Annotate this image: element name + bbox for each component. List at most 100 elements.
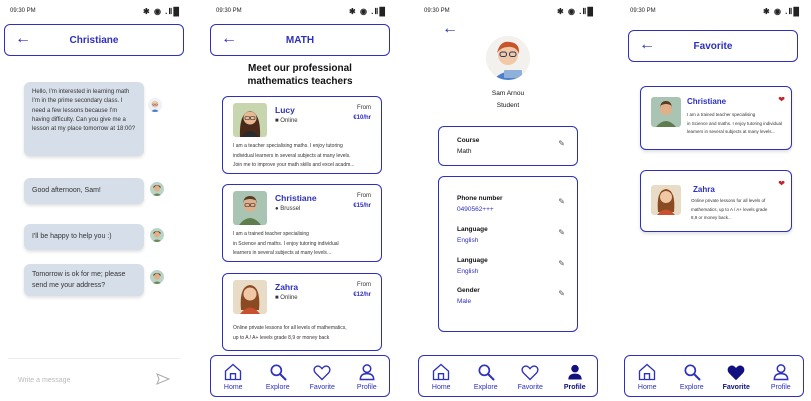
home-icon xyxy=(225,363,242,380)
nav-home-label: Home xyxy=(431,383,451,391)
teacher-photo xyxy=(233,103,267,137)
teacher-location: ● Brussel xyxy=(275,206,300,212)
message-composer: Write a message xyxy=(8,358,180,401)
teacher-card[interactable]: Christiane ● Brussel From €15/hr I am a … xyxy=(222,184,382,262)
description-line: up to A / A+ levels grade 8,9 or money b… xyxy=(233,334,330,341)
edit-icon[interactable]: ✎ xyxy=(558,139,565,148)
nav-explore[interactable]: Explore xyxy=(672,362,712,391)
teachers-screen: 09:30 PM ✱ ◉ .Ⅱ█ ← MATH Meet our profess… xyxy=(206,0,394,401)
back-arrow-icon[interactable]: ← xyxy=(15,31,31,47)
nav-home-label: Home xyxy=(223,383,243,391)
teacher-price: €10/hr xyxy=(353,115,371,121)
course-field: Course Math ✎ xyxy=(457,137,567,155)
nav-profile[interactable]: Profile xyxy=(555,362,595,391)
teacher-description: Online private lessons for all levels of… xyxy=(233,324,373,343)
language-value: English xyxy=(457,237,479,244)
nav-profile[interactable]: Profile xyxy=(761,362,801,391)
edit-icon[interactable]: ✎ xyxy=(558,289,565,298)
teacher-price: €15/hr xyxy=(353,203,371,209)
description-line: I am a trained teacher specialising xyxy=(687,112,756,117)
teacher-photo xyxy=(233,191,267,225)
teacher-avatar-icon xyxy=(150,182,164,196)
teacher-avatar-icon xyxy=(150,270,164,284)
nav-explore[interactable]: Explore xyxy=(466,362,506,391)
teacher-location: ■ Online xyxy=(275,118,298,124)
video-camera-icon: ■ xyxy=(275,118,279,124)
teacher-location: ■ Online xyxy=(275,295,298,301)
language-field: Language English ✎ xyxy=(457,226,567,244)
nav-explore[interactable]: Explore xyxy=(258,362,298,391)
favorite-card[interactable]: Christiane ❤ I am a trained teacher spec… xyxy=(640,86,792,150)
price-from-label: From xyxy=(357,193,371,199)
course-value: Math xyxy=(457,148,472,155)
profile-name: Sam Arnou xyxy=(491,90,525,97)
price-from-label: From xyxy=(357,105,371,111)
edit-icon[interactable]: ✎ xyxy=(558,259,565,268)
back-arrow-icon[interactable]: ← xyxy=(442,20,458,38)
price-from-label: From xyxy=(357,282,371,288)
nav-favorite[interactable]: Favorite xyxy=(510,362,550,391)
nav-explore-label: Explore xyxy=(265,383,290,391)
video-camera-icon: ■ xyxy=(275,295,279,301)
teacher-photo xyxy=(651,97,681,127)
nav-home[interactable]: Home xyxy=(213,362,253,391)
send-icon[interactable] xyxy=(156,373,171,388)
edit-icon[interactable]: ✎ xyxy=(558,197,565,206)
teacher-name: Christiane xyxy=(687,97,727,106)
description-line: Join me to improve your math skills and … xyxy=(233,162,355,168)
status-icons: ✱ ◉ .Ⅱ█ xyxy=(763,6,800,16)
teacher-card[interactable]: Lucy ■ Online From €10/hr I am a teacher… xyxy=(222,96,382,174)
user-icon xyxy=(773,363,789,380)
heart-filled-icon[interactable]: ❤ xyxy=(778,95,785,104)
heart-icon xyxy=(521,364,539,380)
gender-value: Male xyxy=(457,298,472,305)
phone-label: Phone number xyxy=(457,195,503,202)
nav-home[interactable]: Home xyxy=(627,362,667,391)
teacher-description: I am a teacher specialising maths. I enj… xyxy=(233,142,373,171)
profile-screen: 09:30 PM ✱ ◉ .Ⅱ█ ← Sam Arnou Student Cou… xyxy=(414,0,602,401)
status-bar: 09:30 PM ✱ ◉ .Ⅱ█ xyxy=(630,6,800,16)
location-text: Brussel xyxy=(280,206,301,212)
favorite-card[interactable]: Zahra ❤ Online private lessons for all l… xyxy=(640,170,792,232)
teacher-name: Zahra xyxy=(693,185,715,194)
status-bar: 09:30 PM ✱ ◉ .Ⅱ█ xyxy=(424,6,594,16)
description-line: Online private lessons for all levels of xyxy=(691,198,766,203)
chat-title: Christiane xyxy=(69,34,119,46)
search-icon xyxy=(270,364,287,380)
teacher-description: I am a trained teacher specialising in S… xyxy=(687,111,783,137)
teacher-description: Online private lessons for all levels of… xyxy=(691,197,783,223)
location-pin-icon: ● xyxy=(275,206,279,212)
heart-icon xyxy=(313,364,331,380)
description-line: learners in several subjects at many lev… xyxy=(233,250,332,256)
description-line: I am a trained teacher specialising xyxy=(233,231,309,237)
user-icon xyxy=(359,363,375,380)
home-icon xyxy=(433,363,450,380)
edit-icon[interactable]: ✎ xyxy=(558,228,565,237)
status-bar: 09:30 PM ✱ ◉ .Ⅱ█ xyxy=(10,6,180,16)
status-icons: ✱ ◉ .Ⅱ█ xyxy=(143,6,180,16)
description-line: Online private lessons for all levels of… xyxy=(233,325,347,331)
favorites-title: Favorite xyxy=(693,40,733,52)
nav-favorite[interactable]: Favorite xyxy=(716,362,756,391)
teacher-name: Zahra xyxy=(275,282,299,292)
chat-message: Tomorrow is ok for me; please send me yo… xyxy=(24,264,144,296)
status-icons: ✱ ◉ .Ⅱ█ xyxy=(557,6,594,16)
back-arrow-icon[interactable]: ← xyxy=(221,31,237,47)
teacher-description: I am a trained teacher specialising in S… xyxy=(233,230,373,259)
favorites-header: ← Favorite xyxy=(628,30,798,62)
status-time: 09:30 PM xyxy=(630,8,656,14)
nav-favorite[interactable]: Favorite xyxy=(302,362,342,391)
profile-avatar xyxy=(486,36,530,80)
teacher-card[interactable]: Zahra ■ Online From €12/hr Online privat… xyxy=(222,273,382,351)
nav-profile[interactable]: Profile xyxy=(347,362,387,391)
profile-role: Student xyxy=(496,102,520,109)
description-line: I am a teacher specialising maths. I enj… xyxy=(233,143,343,149)
back-arrow-icon[interactable]: ← xyxy=(639,37,655,53)
nav-favorite-label: Favorite xyxy=(517,383,543,391)
message-input[interactable]: Write a message xyxy=(18,377,70,384)
nav-profile-label: Profile xyxy=(770,383,791,391)
teachers-header: ← MATH xyxy=(210,24,390,56)
description-line: mathematics, up to A / A+ levels grade xyxy=(691,206,768,212)
nav-home[interactable]: Home xyxy=(421,362,461,391)
heart-filled-icon[interactable]: ❤ xyxy=(778,179,785,188)
